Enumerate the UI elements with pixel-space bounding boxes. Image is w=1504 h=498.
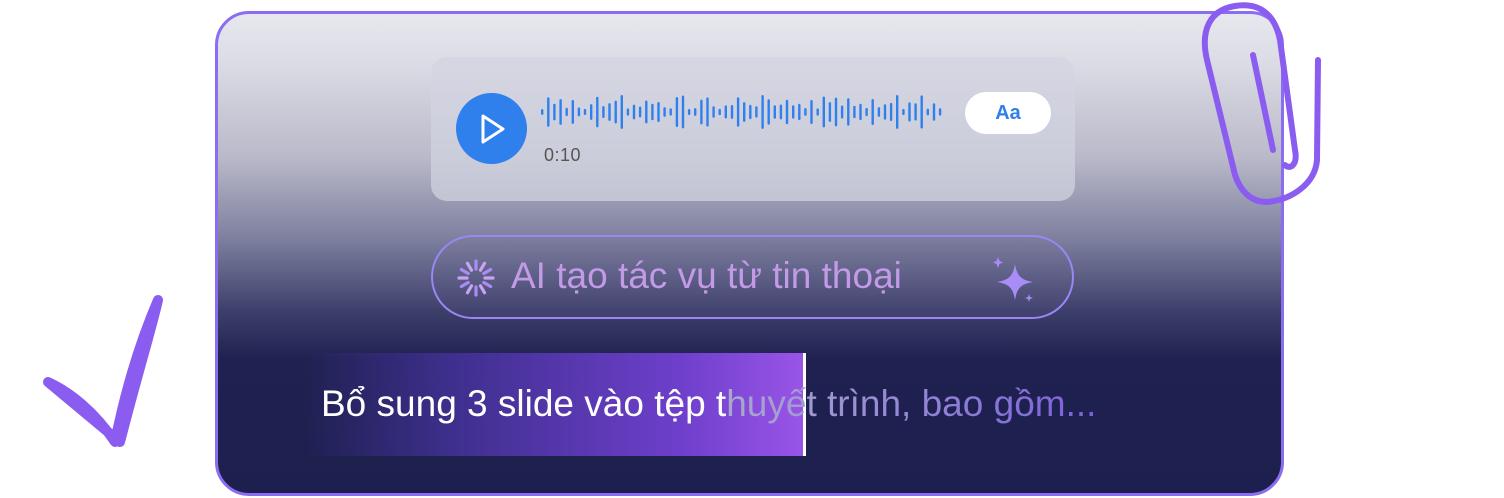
- play-button[interactable]: [456, 93, 527, 164]
- waveform-bar: [828, 102, 832, 122]
- spinner-tick: [465, 261, 474, 272]
- audio-waveform[interactable]: [541, 95, 945, 129]
- voice-message: 0:10 Aa: [431, 57, 1075, 201]
- waveform-bar: [541, 109, 544, 115]
- waveform-bar: [743, 102, 746, 122]
- waveform-bar: [590, 104, 593, 120]
- waveform-bar: [571, 99, 574, 124]
- waveform-bar: [669, 108, 672, 116]
- play-icon: [481, 114, 504, 143]
- sparkle-icon: [993, 257, 1033, 302]
- waveform-bar: [730, 105, 734, 119]
- waveform-bar: [859, 103, 862, 121]
- waveform-bar: [908, 102, 911, 122]
- ai-generate-task-button[interactable]: AI tạo tác vụ từ tin thoại: [431, 235, 1074, 319]
- waveform-bar: [626, 108, 630, 116]
- waveform-bar: [883, 104, 887, 120]
- waveform-bar: [896, 95, 899, 129]
- waveform-bar: [614, 100, 617, 124]
- spinner-tick: [478, 284, 487, 295]
- waveform-bar: [565, 107, 568, 117]
- waveform-bar: [706, 97, 709, 127]
- waveform-bar: [840, 105, 844, 119]
- waveform-bar: [767, 99, 770, 125]
- waveform-bar: [865, 107, 868, 117]
- waveform-bar: [785, 99, 789, 125]
- waveform-bar: [596, 96, 599, 128]
- transcript-typed: Bổ sung 3 slide vào tệp t: [321, 383, 727, 424]
- waveform-bar: [718, 108, 721, 116]
- waveform-bar: [547, 97, 550, 127]
- spinner-tick: [478, 261, 487, 272]
- waveform-bar: [724, 105, 727, 119]
- waveform-bar: [889, 102, 893, 122]
- waveform-bar: [632, 104, 636, 120]
- waveform-bar: [712, 106, 715, 118]
- waveform-bar: [804, 108, 807, 116]
- waveform-bar: [687, 109, 691, 116]
- waveform-bar: [559, 99, 562, 125]
- waveform-bar: [902, 108, 905, 116]
- transcript-pending: huyết trình, bao gồm...: [726, 383, 1097, 424]
- waveform-bar: [700, 99, 703, 125]
- waveform-bar: [736, 97, 740, 127]
- waveform-bar: [675, 97, 679, 128]
- spinner-tick: [482, 267, 493, 276]
- transcript-text: Bổ sung 3 slide vào tệp thuyết trình, ba…: [321, 383, 1096, 425]
- waveform-bar: [651, 103, 654, 121]
- waveform-bar: [798, 103, 801, 121]
- waveform-bar: [816, 108, 819, 116]
- waveform-bar: [657, 102, 660, 123]
- waveform-bar: [645, 100, 648, 124]
- waveform-bar: [663, 107, 666, 117]
- waveform-bar: [779, 104, 783, 120]
- waveform-bar: [847, 98, 850, 126]
- waveform-bar: [938, 108, 942, 116]
- waveform-bar: [608, 103, 611, 121]
- waveform-bar: [810, 100, 813, 125]
- waveform-bar: [926, 108, 929, 116]
- waveform-bar: [553, 103, 556, 121]
- waveform-bar: [932, 103, 936, 121]
- waveform-bar: [834, 97, 838, 127]
- paperclip-icon: [1201, 2, 1321, 205]
- waveform-bar: [755, 106, 758, 118]
- spinner-tick: [465, 284, 474, 295]
- waveform-bar: [853, 105, 856, 119]
- spinner-tick: [482, 280, 493, 289]
- waveform-bar: [914, 103, 917, 121]
- loading-spinner-icon: [457, 259, 495, 297]
- waveform-bar: [577, 107, 581, 117]
- checkmark-icon: [43, 295, 163, 447]
- show-text-button[interactable]: Aa: [965, 92, 1051, 134]
- spinner-tick: [459, 280, 470, 289]
- waveform-bar: [773, 105, 776, 119]
- waveform-bar: [602, 106, 605, 119]
- waveform-bar: [792, 105, 795, 119]
- waveform-bar: [749, 104, 752, 120]
- waveform-bar: [920, 95, 923, 129]
- voice-to-task-card: 0:10 Aa AI tạo tác vụ từ tin thoại Bổ su…: [215, 11, 1284, 496]
- waveform-bar: [620, 95, 623, 129]
- ai-action-label: AI tạo tác vụ từ tin thoại: [511, 255, 902, 296]
- waveform-bar: [761, 95, 764, 129]
- waveform-bar: [638, 106, 642, 118]
- waveform-bar: [822, 96, 825, 128]
- spinner-tick: [459, 267, 470, 276]
- waveform-bar: [871, 99, 874, 126]
- waveform-bar: [877, 107, 881, 117]
- waveform-bar: [694, 108, 697, 116]
- waveform-bar: [681, 95, 685, 129]
- voice-duration: 0:10: [544, 145, 582, 165]
- waveform-bar: [583, 108, 587, 116]
